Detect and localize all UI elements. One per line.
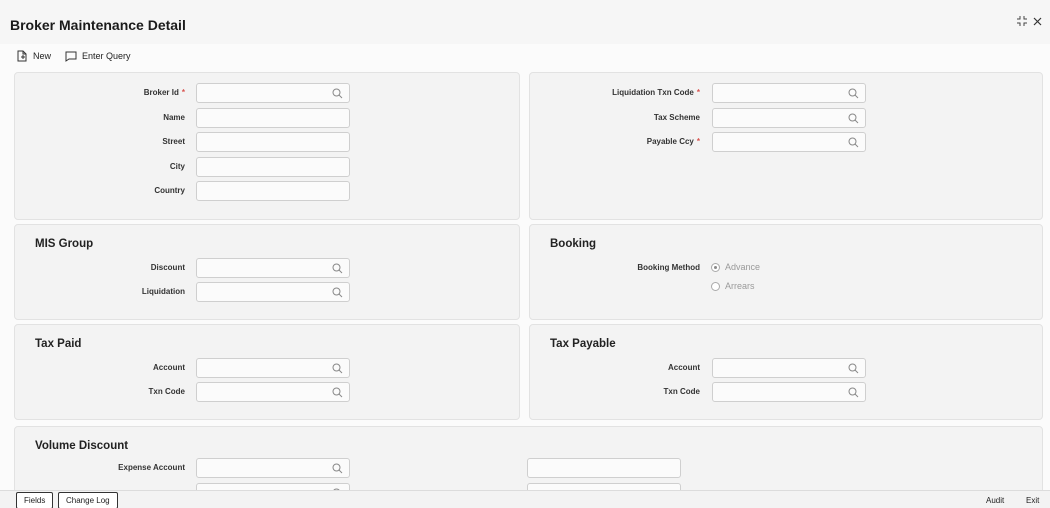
- advance-radio-option[interactable]: Advance: [711, 262, 760, 272]
- volume-discount-title: Volume Discount: [35, 440, 129, 452]
- tax-payable-panel: Tax Payable Account Txn Code: [529, 324, 1043, 420]
- mis-group-panel: MIS Group Discount Liquidation: [14, 224, 520, 320]
- arrears-label: Arrears: [725, 281, 755, 291]
- footer-bar: Fields Change Log Audit Exit: [0, 490, 1050, 508]
- mis-liquidation-label: Liquidation: [141, 287, 185, 296]
- broker-details-panel: Broker Id * Name Street City Country: [14, 72, 520, 220]
- tax-paid-panel: Tax Paid Account Txn Code: [14, 324, 520, 420]
- tax-paid-account-label: Account: [153, 363, 185, 372]
- enter-query-button[interactable]: Enter Query: [65, 51, 131, 62]
- search-icon[interactable]: [332, 387, 343, 400]
- enter-query-label: Enter Query: [82, 51, 131, 61]
- search-icon[interactable]: [332, 463, 343, 476]
- tax-paid-title: Tax Paid: [35, 338, 82, 350]
- tax-payable-account-label: Account: [668, 363, 700, 372]
- name-label: Name: [163, 113, 185, 122]
- liquidation-txn-code-label: Liquidation Txn Code *: [612, 88, 700, 97]
- city-label: City: [169, 162, 185, 171]
- broker-id-label: Broker Id *: [143, 88, 185, 97]
- search-icon[interactable]: [332, 287, 343, 300]
- country-field[interactable]: [196, 181, 350, 201]
- payable-ccy-field[interactable]: [712, 132, 866, 152]
- tax-paid-txn-code-label: Txn Code: [148, 387, 185, 396]
- page-title: Broker Maintenance Detail: [10, 17, 186, 33]
- new-document-icon: [16, 50, 28, 62]
- search-icon[interactable]: [848, 363, 859, 376]
- tax-payable-txn-code-label: Txn Code: [663, 387, 700, 396]
- tax-payable-txn-code-field[interactable]: [712, 382, 866, 402]
- search-icon[interactable]: [332, 88, 343, 101]
- search-icon[interactable]: [848, 137, 859, 150]
- fields-button[interactable]: Fields: [16, 492, 54, 508]
- new-button[interactable]: New: [16, 50, 51, 62]
- expense-account-description-field[interactable]: [527, 458, 681, 478]
- street-field[interactable]: [196, 132, 350, 152]
- window-controls: [1017, 16, 1042, 29]
- discount-field[interactable]: [196, 258, 350, 278]
- audit-button[interactable]: Audit: [986, 496, 1004, 505]
- change-log-button[interactable]: Change Log: [58, 492, 118, 508]
- required-mark: *: [181, 88, 185, 97]
- advance-label: Advance: [725, 262, 761, 272]
- expense-account-field[interactable]: [196, 458, 350, 478]
- tax-paid-account-field[interactable]: [196, 358, 350, 378]
- radio-selected-icon[interactable]: [711, 262, 720, 272]
- search-icon[interactable]: [848, 113, 859, 126]
- city-field[interactable]: [196, 157, 350, 177]
- arrears-radio-option[interactable]: Arrears: [711, 281, 755, 291]
- payable-ccy-label: Payable Ccy *: [646, 137, 700, 146]
- exit-button[interactable]: Exit: [1026, 496, 1039, 505]
- mis-group-title: MIS Group: [35, 238, 94, 250]
- discount-label: Discount: [150, 263, 185, 272]
- liquidation-panel: Liquidation Txn Code * Tax Scheme Payable…: [529, 72, 1043, 220]
- expense-account-label: Expense Account: [118, 463, 185, 472]
- liquidation-txn-code-field[interactable]: [712, 83, 866, 103]
- booking-title: Booking: [550, 238, 596, 250]
- street-label: Street: [162, 137, 185, 146]
- search-icon[interactable]: [848, 88, 859, 101]
- required-mark: *: [696, 88, 700, 97]
- tax-scheme-field[interactable]: [712, 108, 866, 128]
- country-label: Country: [154, 186, 185, 195]
- new-label: New: [33, 51, 52, 61]
- title-bar: Broker Maintenance Detail: [0, 0, 1050, 44]
- comment-icon: [65, 51, 77, 62]
- search-icon[interactable]: [332, 263, 343, 276]
- tax-payable-account-field[interactable]: [712, 358, 866, 378]
- broker-id-field[interactable]: [196, 83, 350, 103]
- tax-scheme-label: Tax Scheme: [653, 113, 700, 122]
- radio-unselected-icon[interactable]: [711, 281, 720, 291]
- required-mark: *: [696, 137, 700, 146]
- tax-payable-title: Tax Payable: [550, 338, 616, 350]
- close-icon[interactable]: [1033, 17, 1042, 29]
- collapse-icon[interactable]: [1017, 16, 1027, 29]
- booking-panel: Booking Booking Method Advance Arrears: [529, 224, 1043, 320]
- search-icon[interactable]: [332, 363, 343, 376]
- toolbar: New Enter Query: [16, 50, 131, 62]
- search-icon[interactable]: [848, 387, 859, 400]
- tax-paid-txn-code-field[interactable]: [196, 382, 350, 402]
- name-field[interactable]: [196, 108, 350, 128]
- booking-method-label: Booking Method: [637, 263, 700, 272]
- mis-liquidation-field[interactable]: [196, 282, 350, 302]
